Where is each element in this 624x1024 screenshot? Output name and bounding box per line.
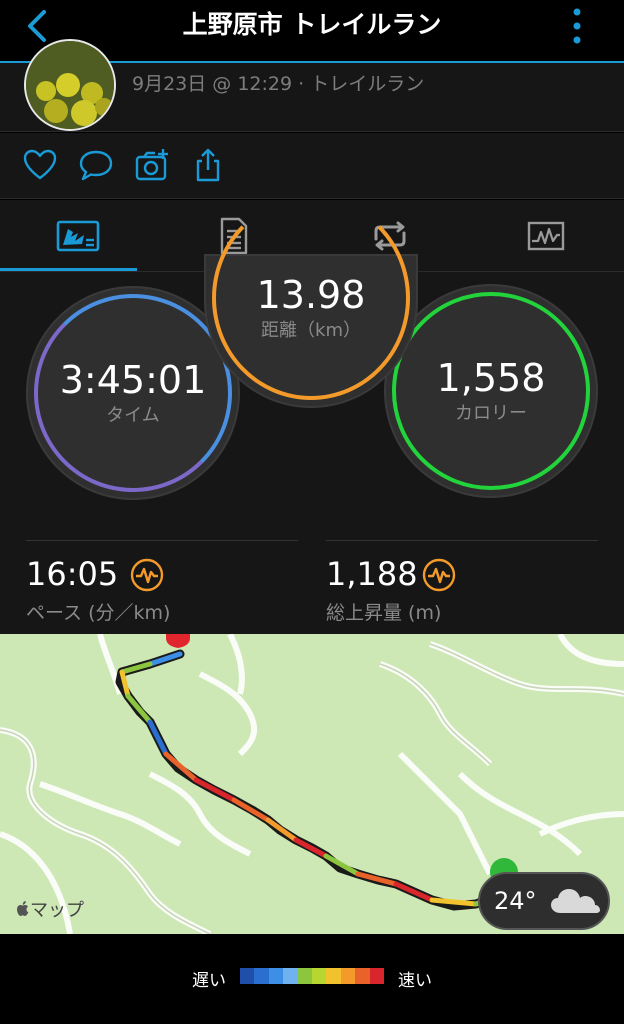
page-title: 上野原市 トレイルラン xyxy=(182,10,442,39)
calories-ring xyxy=(392,292,590,490)
apple-logo-icon xyxy=(17,901,29,916)
cloud-icon xyxy=(550,889,600,913)
activity-subtitle: 9月23日 @ 12:29 · トレイルラン xyxy=(132,73,425,95)
tab-summary[interactable] xyxy=(0,200,156,272)
legend-swatch xyxy=(369,968,385,984)
time-ring xyxy=(34,294,232,492)
comment-button[interactable] xyxy=(78,147,114,183)
more-vertical-icon xyxy=(573,8,581,44)
elevation-label: 総上昇量 (m) xyxy=(326,602,442,624)
social-actions xyxy=(0,133,624,199)
map-attribution-text: マップ xyxy=(30,900,84,921)
add-photo-icon xyxy=(135,149,168,181)
stats-panel: 3:45:01 タイム 1,558 カロリー 13.98 距離（km） 16:0… xyxy=(0,196,624,634)
tab-charts[interactable] xyxy=(468,200,624,272)
share-icon xyxy=(196,148,220,182)
weather-temp: 24° xyxy=(494,887,537,915)
elevation-metric: 1,188 総上昇量 (m) xyxy=(326,540,598,630)
avatar-image xyxy=(26,41,114,129)
distance-value: 13.98 xyxy=(256,273,366,317)
legend-swatch xyxy=(340,968,356,984)
active-tab-indicator xyxy=(0,268,137,271)
pace-label: ペース (分／km) xyxy=(26,602,171,624)
heart-icon xyxy=(23,149,57,180)
legend-swatch xyxy=(326,968,341,984)
pace-legend: 遅い 速い xyxy=(0,934,624,1024)
pace-metric: 16:05 ペース (分／km) xyxy=(26,540,298,630)
legend-color-bar xyxy=(240,968,385,984)
legend-swatch xyxy=(312,968,327,984)
divider xyxy=(26,540,298,541)
more-menu-button[interactable] xyxy=(562,6,592,46)
like-button[interactable] xyxy=(22,147,58,183)
map-stats-icon xyxy=(56,220,100,252)
divider xyxy=(326,540,598,541)
legend-swatch xyxy=(355,968,370,984)
avatar[interactable] xyxy=(24,39,116,131)
pace-chart-icon[interactable] xyxy=(130,558,164,592)
add-photo-button[interactable] xyxy=(134,147,170,183)
legend-swatch xyxy=(254,968,269,984)
map-attribution: マップ xyxy=(16,896,84,922)
weather-badge[interactable]: 24° xyxy=(478,872,610,930)
elevation-value: 1,188 xyxy=(326,555,418,593)
calories-stat-circle: 1,558 カロリー xyxy=(386,286,596,496)
comment-icon xyxy=(79,150,113,181)
legend-swatch xyxy=(283,968,298,984)
activity-header: 9月23日 @ 12:29 · トレイルラン xyxy=(0,39,624,132)
route-map[interactable]: マップ 24° xyxy=(0,634,624,934)
pace-value: 16:05 xyxy=(26,555,119,593)
legend-fast-label: 速い xyxy=(398,971,432,991)
legend-swatch xyxy=(268,968,284,984)
share-button[interactable] xyxy=(190,147,226,183)
legend-swatch xyxy=(297,968,313,984)
chart-icon xyxy=(527,221,565,251)
legend-slow-label: 遅い xyxy=(192,971,226,991)
elevation-chart-icon[interactable] xyxy=(422,558,456,592)
legend-swatch xyxy=(240,968,255,984)
distance-label: 距離（km） xyxy=(261,320,361,341)
